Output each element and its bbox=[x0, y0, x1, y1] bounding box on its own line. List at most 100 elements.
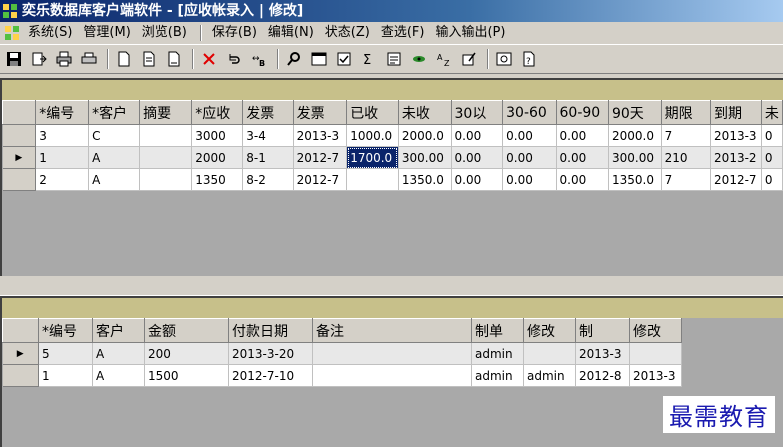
row-indicator[interactable]: ▶ bbox=[2, 146, 37, 169]
row-selector-header[interactable] bbox=[2, 318, 39, 343]
table-cell[interactable]: 2013-3 bbox=[629, 364, 682, 387]
delete-icon[interactable] bbox=[198, 48, 220, 70]
print-icon[interactable] bbox=[53, 48, 75, 70]
menu-browse[interactable]: 浏览(B) bbox=[140, 23, 196, 43]
table-cell[interactable]: A bbox=[92, 364, 145, 387]
menu-system[interactable]: 系统(S) bbox=[26, 23, 81, 43]
table-cell[interactable]: 2000.0 bbox=[608, 124, 662, 147]
selected-cell[interactable]: 1700.0 bbox=[346, 146, 399, 169]
table-cell[interactable]: 2012-8 bbox=[575, 364, 630, 387]
table-cell[interactable]: 8-2 bbox=[242, 168, 294, 191]
menu-status[interactable]: 状态(Z) bbox=[323, 23, 379, 43]
column-header[interactable]: 付款日期 bbox=[228, 318, 313, 343]
column-header[interactable]: 修改 bbox=[629, 318, 682, 343]
table-cell[interactable]: 0 bbox=[761, 168, 783, 191]
table-cell[interactable]: 3000 bbox=[191, 124, 244, 147]
column-header[interactable]: 未收 bbox=[397, 100, 452, 125]
find-icon[interactable] bbox=[283, 48, 305, 70]
table-row-current[interactable]: ▶ 5 A 200 2013-3-20 admin 2013-3 bbox=[2, 342, 682, 365]
table-cell[interactable] bbox=[139, 124, 193, 147]
table-cell[interactable] bbox=[139, 146, 193, 169]
table-cell[interactable]: 0.00 bbox=[502, 124, 557, 147]
column-header[interactable]: 期限 bbox=[660, 100, 712, 125]
table-cell[interactable]: 2012-7-10 bbox=[228, 364, 313, 387]
table-cell[interactable] bbox=[312, 364, 472, 387]
table-cell[interactable]: 2012-7 bbox=[710, 168, 762, 191]
column-header[interactable]: 已收 bbox=[346, 100, 399, 125]
table-cell[interactable]: 7 bbox=[661, 124, 712, 147]
column-header[interactable]: 未 bbox=[760, 100, 783, 125]
app-menu-icon[interactable] bbox=[4, 25, 20, 41]
save-icon[interactable] bbox=[3, 48, 25, 70]
print-preview-icon[interactable] bbox=[78, 48, 100, 70]
table-row[interactable]: 2 A 1350 8-2 2012-7 1350.0 0.00 0.00 0.0… bbox=[2, 168, 783, 191]
table-cell[interactable]: C bbox=[88, 124, 141, 147]
row-indicator[interactable] bbox=[2, 364, 39, 387]
table-cell[interactable]: 1350.0 bbox=[398, 168, 452, 191]
pane-splitter[interactable] bbox=[0, 276, 783, 296]
column-header[interactable]: 30-60 bbox=[502, 100, 557, 125]
column-header[interactable]: *编号 bbox=[35, 100, 90, 125]
table-cell[interactable]: 2013-2 bbox=[710, 146, 762, 169]
replace-icon[interactable]: ↔ B bbox=[248, 48, 270, 70]
table-cell[interactable] bbox=[629, 342, 682, 365]
table-cell[interactable] bbox=[312, 342, 472, 365]
table-cell[interactable]: 300.00 bbox=[398, 146, 452, 169]
column-header[interactable]: 客户 bbox=[92, 318, 145, 343]
table-cell[interactable] bbox=[523, 342, 576, 365]
menu-import-export[interactable]: 输入输出(P) bbox=[433, 23, 514, 43]
column-header[interactable]: 制单 bbox=[471, 318, 524, 343]
edit-form-icon[interactable] bbox=[458, 48, 480, 70]
view-icon[interactable] bbox=[408, 48, 430, 70]
column-header[interactable]: 修改 bbox=[523, 318, 576, 343]
table-cell[interactable]: 0.00 bbox=[556, 124, 609, 147]
table-cell[interactable]: 2013-3 bbox=[293, 124, 348, 147]
table-cell[interactable]: 200 bbox=[144, 342, 229, 365]
column-header[interactable]: 90天 bbox=[607, 100, 662, 125]
table-cell[interactable]: 2 bbox=[35, 168, 90, 191]
row-indicator[interactable] bbox=[2, 168, 37, 191]
table-cell[interactable]: 1 bbox=[38, 364, 93, 387]
column-header[interactable]: 发票 bbox=[292, 100, 348, 125]
column-header[interactable]: 到期 bbox=[710, 100, 762, 125]
new-document-icon[interactable] bbox=[113, 48, 135, 70]
column-header[interactable]: 发票 bbox=[242, 100, 294, 125]
filter-icon[interactable] bbox=[383, 48, 405, 70]
menu-manage[interactable]: 管理(M) bbox=[81, 23, 139, 43]
table-cell[interactable]: 3 bbox=[35, 124, 90, 147]
table-cell[interactable]: 2000 bbox=[191, 146, 244, 169]
table-cell[interactable]: 2012-7 bbox=[293, 168, 348, 191]
table-cell[interactable]: 1 bbox=[35, 146, 90, 169]
table-cell[interactable]: admin bbox=[523, 364, 576, 387]
table-cell[interactable]: 8-1 bbox=[242, 146, 294, 169]
column-header[interactable]: 60-90 bbox=[555, 100, 609, 125]
table-row[interactable]: 3 C 3000 3-4 2013-3 1000.0 2000.0 0.00 0… bbox=[2, 124, 783, 147]
column-header[interactable]: 摘要 bbox=[139, 100, 193, 125]
help-icon[interactable]: ? bbox=[518, 48, 540, 70]
column-header[interactable]: 30以 bbox=[450, 100, 504, 125]
copy-document-icon[interactable] bbox=[138, 48, 160, 70]
table-cell[interactable]: 0.00 bbox=[502, 146, 557, 169]
table-cell[interactable]: 0 bbox=[761, 146, 783, 169]
table-cell[interactable]: 1500 bbox=[144, 364, 229, 387]
table-cell[interactable]: 2013-3 bbox=[710, 124, 762, 147]
row-selector-header[interactable] bbox=[2, 100, 37, 125]
sort-icon[interactable]: AZ bbox=[433, 48, 455, 70]
table-cell[interactable]: admin bbox=[471, 364, 524, 387]
table-cell[interactable]: 1350 bbox=[191, 168, 244, 191]
table-cell[interactable]: 2013-3-20 bbox=[228, 342, 313, 365]
column-header[interactable]: *客户 bbox=[88, 100, 141, 125]
table-cell[interactable]: 300.00 bbox=[608, 146, 662, 169]
snapshot-icon[interactable] bbox=[493, 48, 515, 70]
table-cell[interactable]: 210 bbox=[661, 146, 712, 169]
table-row-current[interactable]: ▶ 1 A 2000 8-1 2012-7 1700.0 300.00 0.00… bbox=[2, 146, 783, 169]
table-cell[interactable]: 0.00 bbox=[502, 168, 557, 191]
table-cell[interactable]: 1350.0 bbox=[608, 168, 662, 191]
table-cell[interactable]: 3-4 bbox=[242, 124, 294, 147]
column-header[interactable]: *编号 bbox=[38, 318, 93, 343]
table-cell[interactable]: 0.00 bbox=[451, 124, 504, 147]
table-cell[interactable]: admin bbox=[471, 342, 524, 365]
table-cell[interactable]: 0.00 bbox=[451, 146, 504, 169]
table-cell[interactable] bbox=[139, 168, 193, 191]
paste-document-icon[interactable] bbox=[163, 48, 185, 70]
